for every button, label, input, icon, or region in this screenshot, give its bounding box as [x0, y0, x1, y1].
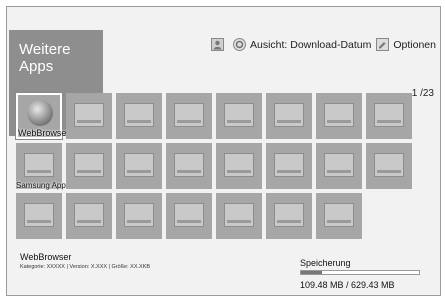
- options-label: Optionen: [393, 38, 436, 51]
- selected-app-meta: Kategorie: XXXXX | Version: X.XXX | Größ…: [20, 264, 151, 270]
- app-placeholder-icon: [274, 203, 304, 227]
- profile-icon: [210, 38, 224, 51]
- app-placeholder-icon: [324, 153, 354, 177]
- app-placeholder-icon: [174, 203, 204, 227]
- app-tile-samsung-apps[interactable]: Samsung Apps: [16, 143, 70, 190]
- options-icon: [376, 38, 390, 51]
- app-tile[interactable]: [166, 93, 212, 139]
- app-tile[interactable]: [116, 93, 162, 139]
- app-tile[interactable]: [16, 193, 62, 239]
- app-placeholder-icon: [174, 103, 204, 127]
- app-tile[interactable]: [266, 93, 312, 139]
- app-tile[interactable]: [366, 143, 412, 189]
- app-tile[interactable]: [316, 93, 362, 139]
- view-sort-button[interactable]: Ausicht: Download-Datum: [232, 38, 372, 51]
- app-tile[interactable]: [366, 93, 412, 139]
- app-tile-webbrowser[interactable]: WebBrowser: [15, 92, 69, 140]
- selected-app-name: WebBrowser: [20, 252, 72, 262]
- app-tile[interactable]: [166, 143, 212, 189]
- app-placeholder-icon: [24, 203, 54, 227]
- app-tile[interactable]: [66, 93, 112, 139]
- storage-value: 109.48 MB / 629.43 MB: [300, 280, 395, 290]
- page-indicator: 1 /23: [411, 88, 434, 99]
- app-tile-label: Samsung Apps: [16, 181, 70, 190]
- app-placeholder-icon: [324, 203, 354, 227]
- view-sort-label: Ausicht: Download-Datum: [249, 38, 372, 51]
- app-placeholder-icon: [224, 203, 254, 227]
- app-tile[interactable]: [216, 93, 262, 139]
- app-tile[interactable]: [166, 193, 212, 239]
- app-placeholder-icon: [74, 203, 104, 227]
- app-tile-label: WebBrowser: [18, 128, 70, 138]
- app-tile[interactable]: [116, 193, 162, 239]
- globe-icon: [27, 100, 53, 126]
- app-tile[interactable]: [116, 143, 162, 189]
- app-placeholder-icon: [124, 203, 154, 227]
- profile-button[interactable]: [210, 38, 228, 51]
- app-placeholder-icon: [224, 153, 254, 177]
- app-tile[interactable]: [266, 193, 312, 239]
- storage-label: Speicherung: [300, 258, 351, 268]
- app-placeholder-icon: [124, 153, 154, 177]
- page-title: Weitere Apps: [19, 41, 71, 75]
- app-placeholder-icon: [274, 103, 304, 127]
- app-tile[interactable]: [66, 143, 112, 189]
- app-tile[interactable]: [216, 193, 262, 239]
- app-placeholder-icon: [74, 153, 104, 177]
- sort-icon: [232, 38, 246, 51]
- app-placeholder-icon: [174, 153, 204, 177]
- app-placeholder-icon: [24, 153, 54, 177]
- app-placeholder-icon: [74, 103, 104, 127]
- storage-progress-bar: [300, 270, 420, 275]
- storage-progress-fill: [301, 271, 322, 274]
- app-tile[interactable]: [216, 143, 262, 189]
- app-tile[interactable]: [66, 193, 112, 239]
- app-placeholder-icon: [274, 153, 304, 177]
- app-placeholder-icon: [124, 103, 154, 127]
- app-tile[interactable]: [316, 143, 362, 189]
- app-placeholder-icon: [374, 103, 404, 127]
- app-placeholder-icon: [224, 103, 254, 127]
- options-button[interactable]: Optionen: [376, 38, 436, 51]
- top-bar: Ausicht: Download-Datum Optionen: [206, 38, 436, 51]
- app-tile[interactable]: [316, 193, 362, 239]
- app-placeholder-icon: [324, 103, 354, 127]
- app-placeholder-icon: [374, 153, 404, 177]
- app-tile[interactable]: [266, 143, 312, 189]
